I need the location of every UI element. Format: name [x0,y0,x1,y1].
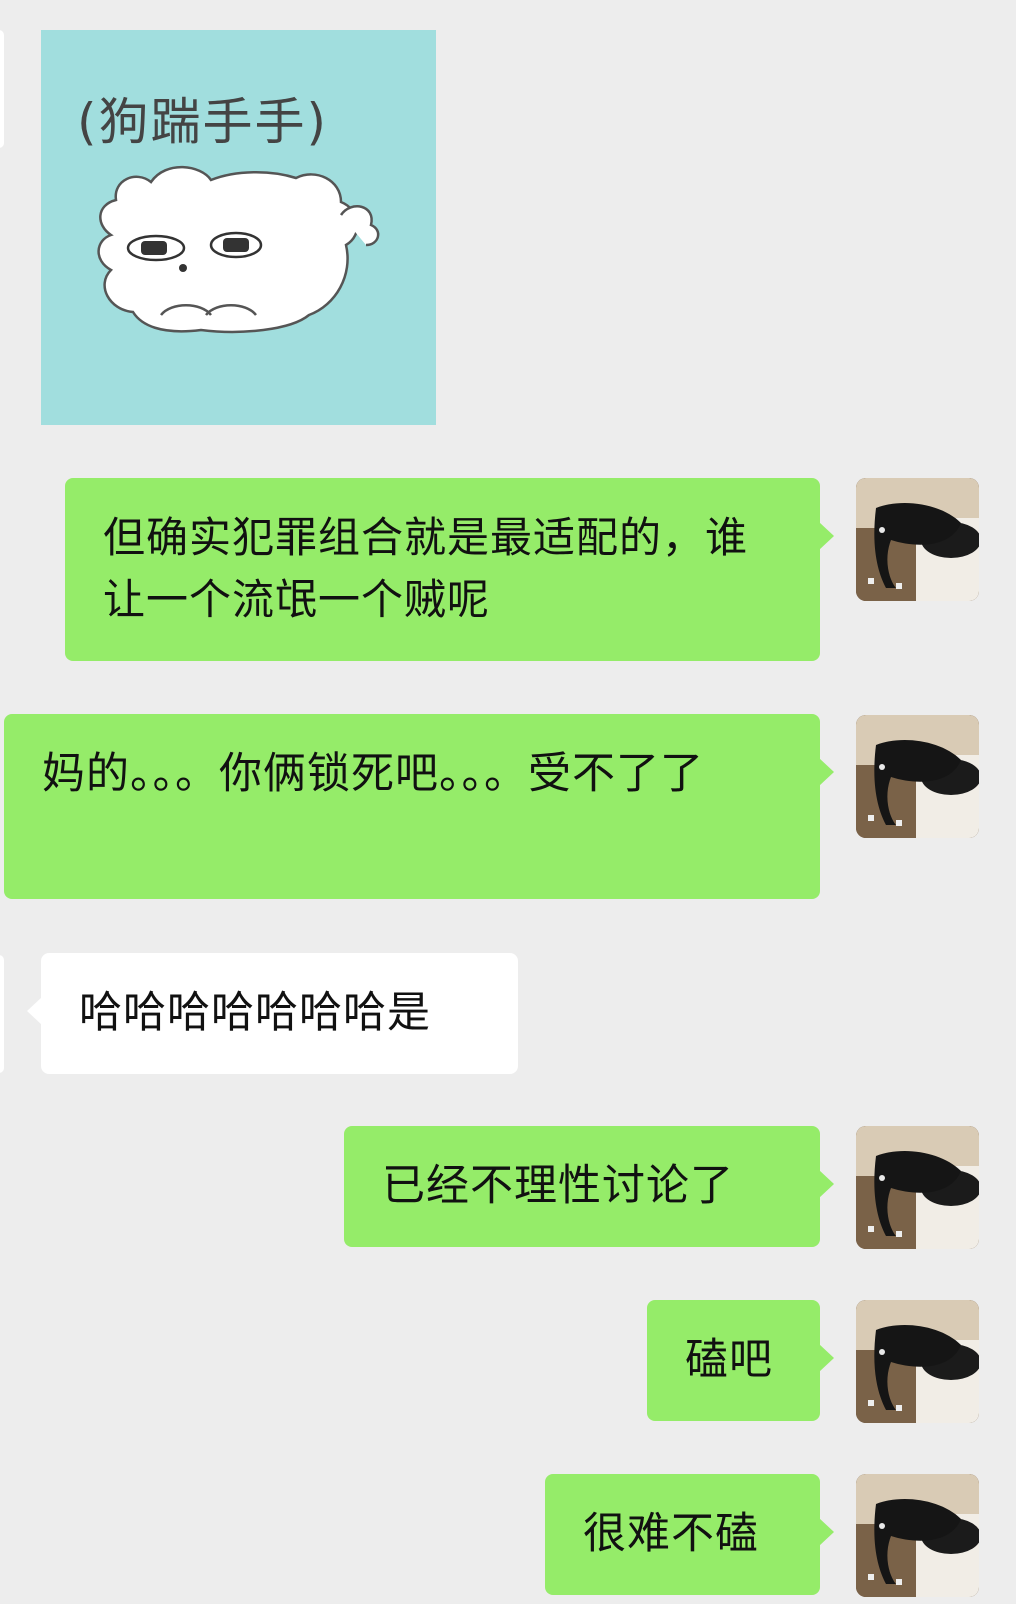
cat-on-toilet-avatar-icon [856,1474,979,1597]
avatar[interactable] [856,715,979,838]
message-text: 很难不磕 [583,1509,759,1559]
sticker-caption: (狗踹手手) [77,93,329,151]
cat-on-toilet-avatar-icon [856,715,979,838]
outgoing-message-bubble[interactable]: 但确实犯罪组合就是最适配的，谁让一个流氓一个贼呢 [65,478,834,661]
avatar[interactable] [856,1126,979,1249]
avatar[interactable] [856,1300,979,1423]
outgoing-message-bubble[interactable]: 磕吧 [647,1300,834,1421]
message-text: 但确实犯罪组合就是最适配的，谁让一个流氓一个贼呢 [103,513,749,624]
incoming-message-bubble[interactable]: 哈哈哈哈哈哈哈是 [27,953,518,1074]
message-text: 磕吧 [685,1335,773,1385]
partner-avatar-edge[interactable] [0,30,4,148]
partner-avatar-edge[interactable] [0,955,4,1073]
outgoing-message-bubble[interactable]: 很难不磕 [545,1474,834,1595]
cat-on-toilet-avatar-icon [856,1126,979,1249]
sticker-message[interactable]: (狗踹手手) [41,30,436,425]
cat-on-toilet-avatar-icon [856,1300,979,1423]
avatar[interactable] [856,1474,979,1597]
message-text: 妈的。。。你俩锁死吧。。。受不了了 [42,749,704,799]
message-text: 已经不理性讨论了 [382,1161,734,1211]
outgoing-message-bubble[interactable]: 已经不理性讨论了 [344,1126,834,1247]
message-text: 哈哈哈哈哈哈哈是 [79,988,431,1038]
avatar[interactable] [856,478,979,601]
outgoing-message-bubble[interactable]: 妈的。。。你俩锁死吧。。。受不了了 [4,714,834,899]
cat-on-toilet-avatar-icon [856,478,979,601]
